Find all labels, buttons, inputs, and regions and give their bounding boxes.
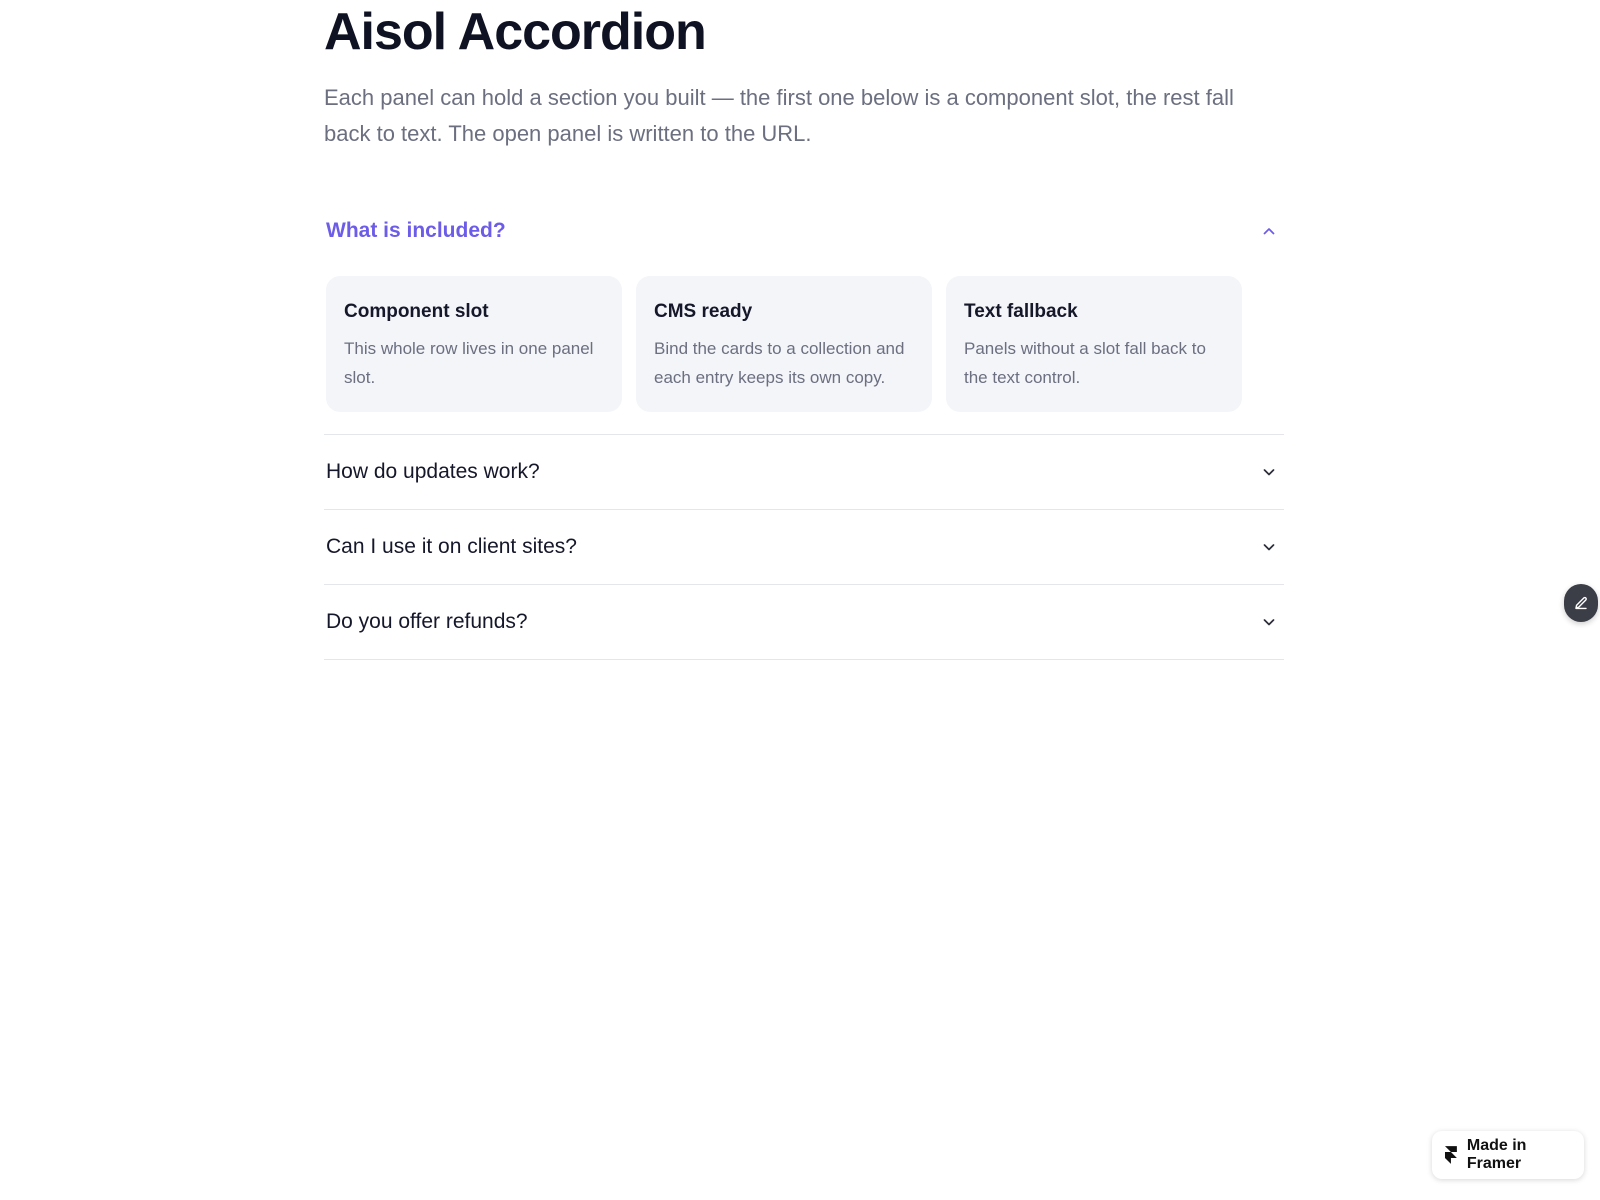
accordion-header-updates[interactable]: How do updates work?	[324, 435, 1284, 509]
accordion: What is included? Component slot This wh…	[324, 194, 1284, 660]
card-description: Panels without a slot fall back to the t…	[964, 339, 1206, 387]
chevron-up-icon[interactable]	[1260, 222, 1278, 240]
made-in-framer-badge[interactable]: Made in Framer	[1432, 1131, 1584, 1179]
badge-label: Made in Framer	[1466, 1137, 1527, 1172]
page-subtitle: Each panel can hold a section you built …	[324, 85, 1234, 146]
chevron-down-icon[interactable]	[1260, 613, 1278, 631]
card-title: CMS ready	[654, 301, 753, 322]
card-text-fallback: Text fallback Panels without a slot fall…	[946, 276, 1242, 412]
accordion-header-refunds[interactable]: Do you offer refunds?	[324, 585, 1284, 659]
main-content: Aisol Accordion Each panel can hold a se…	[324, 0, 1284, 660]
accordion-item-refunds: Do you offer refunds?	[324, 585, 1284, 660]
accordion-item-included: What is included? Component slot This wh…	[324, 194, 1284, 435]
accordion-question: Do you offer refunds?	[326, 610, 528, 633]
edit-button[interactable]	[1564, 584, 1598, 622]
accordion-header-client-sites[interactable]: Can I use it on client sites?	[324, 510, 1284, 584]
card-description: This whole row lives in one panel slot.	[344, 339, 594, 387]
accordion-question: What is included?	[326, 219, 506, 242]
card-description: Bind the cards to a collection and each …	[654, 339, 905, 387]
card-cms-ready: CMS ready Bind the cards to a collection…	[636, 276, 932, 412]
card-row: Component slot This whole row lives in o…	[326, 276, 1282, 412]
accordion-item-updates: How do updates work?	[324, 435, 1284, 510]
page: Aisol Accordion Each panel can hold a se…	[0, 0, 1600, 1200]
framer-logo-icon	[1444, 1146, 1457, 1164]
accordion-panel-included: Component slot This whole row lives in o…	[324, 268, 1284, 434]
card-component-slot: Component slot This whole row lives in o…	[326, 276, 622, 412]
pencil-icon	[1575, 596, 1587, 610]
accordion-question: How do updates work?	[326, 460, 540, 483]
accordion-header-included[interactable]: What is included?	[324, 194, 1284, 268]
chevron-down-icon[interactable]	[1260, 538, 1278, 556]
accordion-question: Can I use it on client sites?	[326, 535, 577, 558]
card-title: Component slot	[344, 301, 489, 322]
chevron-down-icon[interactable]	[1260, 463, 1278, 481]
accordion-item-client-sites: Can I use it on client sites?	[324, 510, 1284, 585]
page-title: Aisol Accordion	[324, 3, 707, 61]
card-title: Text fallback	[964, 301, 1078, 322]
